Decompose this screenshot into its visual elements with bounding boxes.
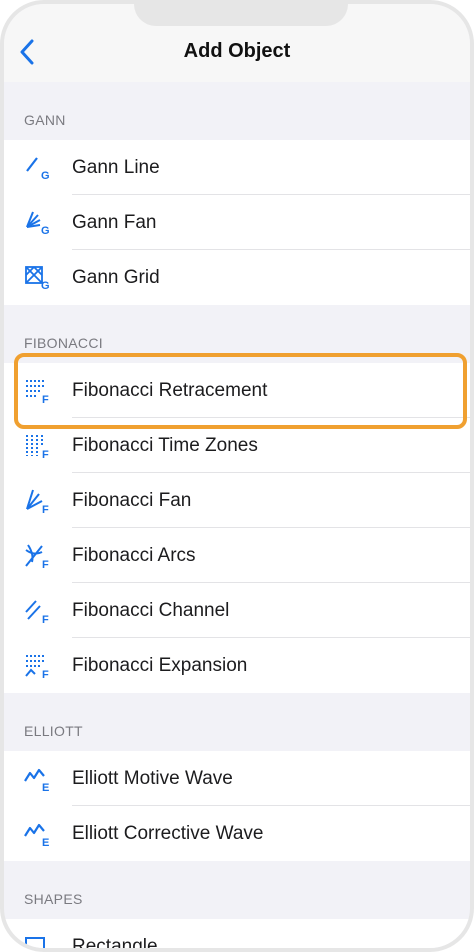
list-item-label: Elliott Motive Wave [72,767,233,789]
svg-text:F: F [42,669,49,680]
phone-notch [134,4,348,26]
list-item-gann-fan[interactable]: G Gann Fan [4,195,470,250]
section-shapes: Rectangle [4,919,470,952]
fibonacci-channel-icon: F [25,600,49,625]
list-item-rectangle[interactable]: Rectangle [4,919,470,952]
list-item-fibonacci-expansion[interactable]: F Fibonacci Expansion [4,638,470,693]
list-item-fibonacci-retracement[interactable]: F Fibonacci Retracement [4,363,470,418]
svg-text:F: F [42,449,49,460]
list-item-label: Gann Fan [72,211,157,233]
svg-text:F: F [42,394,49,405]
svg-text:E: E [42,782,49,793]
list-item-label: Fibonacci Channel [72,599,230,621]
gann-fan-icon: G [26,211,50,237]
list-item-label: Gann Grid [72,266,160,288]
list-item-label: Gann Line [72,156,160,178]
section-header-fibonacci: FIBONACCI [24,335,103,351]
section-gann: G Gann Line G Gann Fan G Gann Grid [4,140,470,305]
rectangle-icon [25,937,45,948]
list-item-elliott-motive-wave[interactable]: E Elliott Motive Wave [4,751,470,806]
list-item-fibonacci-fan[interactable]: F Fibonacci Fan [4,473,470,528]
svg-text:G: G [41,225,50,237]
fibonacci-arcs-icon: F [25,544,49,570]
elliott-motive-wave-icon: E [24,768,49,793]
svg-text:E: E [42,837,49,848]
list-item-elliott-corrective-wave[interactable]: E Elliott Corrective Wave [4,806,470,861]
list-item-label: Fibonacci Expansion [72,654,248,676]
svg-text:F: F [42,614,49,625]
gann-line-icon: G [26,157,50,182]
list-item-fibonacci-time-zones[interactable]: F Fibonacci Time Zones [4,418,470,473]
phone-frame: Add Object GANN G Gann Line G Gann Fan G… [0,0,474,952]
list-item-label: Rectangle [72,935,158,952]
section-elliott: E Elliott Motive Wave E Elliott Correcti… [4,751,470,861]
elliott-corrective-wave-icon: E [24,823,49,848]
list-item-label: Elliott Corrective Wave [72,822,264,844]
list-item-label: Fibonacci Retracement [72,379,268,401]
section-header-gann: GANN [24,112,66,128]
list-item-fibonacci-channel[interactable]: F Fibonacci Channel [4,583,470,638]
gann-grid-icon: G [25,266,50,292]
fibonacci-fan-icon: F [26,489,49,515]
list-item-label: Fibonacci Fan [72,489,192,511]
object-list: GANN G Gann Line G Gann Fan G Gann Grid … [4,82,470,952]
section-fibonacci: F Fibonacci Retracement F Fibonacci Time… [4,363,470,693]
svg-text:G: G [41,170,50,182]
svg-text:F: F [42,559,49,570]
section-header-shapes: SHAPES [24,891,83,907]
fibonacci-retracement-icon: F [26,380,49,405]
svg-text:G: G [41,280,50,292]
svg-text:F: F [42,504,49,515]
list-item-gann-line[interactable]: G Gann Line [4,140,470,195]
page-title: Add Object [183,40,291,62]
list-item-label: Fibonacci Time Zones [72,434,258,456]
list-item-fibonacci-arcs[interactable]: F Fibonacci Arcs [4,528,470,583]
list-item-label: Fibonacci Arcs [72,544,196,566]
fibonacci-time-zones-icon: F [26,435,49,460]
list-item-gann-grid[interactable]: G Gann Grid [4,250,470,305]
fibonacci-expansion-icon: F [25,655,49,680]
section-header-elliott: ELLIOTT [24,723,83,739]
